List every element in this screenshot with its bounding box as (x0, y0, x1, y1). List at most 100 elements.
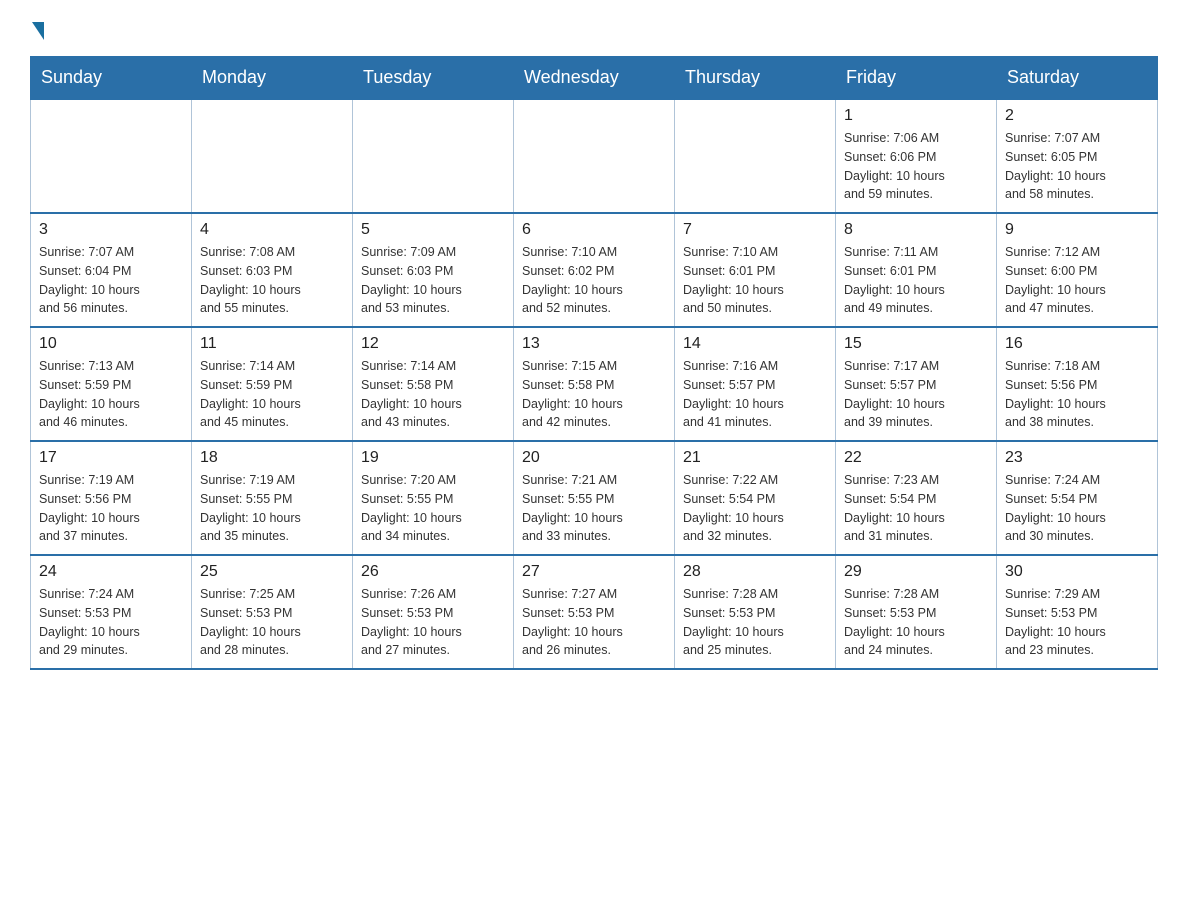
day-number: 12 (361, 335, 505, 353)
col-header-saturday: Saturday (997, 57, 1158, 100)
calendar-cell: 20 Sunrise: 7:21 AM Sunset: 5:55 PM Dayli… (514, 441, 675, 555)
day-info: Sunrise: 7:10 AM Sunset: 6:02 PM Dayligh… (522, 243, 666, 318)
calendar-cell: 15 Sunrise: 7:17 AM Sunset: 5:57 PM Dayli… (836, 327, 997, 441)
day-number: 9 (1005, 221, 1149, 239)
day-info: Sunrise: 7:14 AM Sunset: 5:58 PM Dayligh… (361, 357, 505, 432)
calendar-cell: 10Sunrise: 7:13 AM Sunset: 5:59 PM Dayli… (31, 327, 192, 441)
day-number: 2 (1005, 107, 1149, 125)
calendar-cell: 28Sunrise: 7:28 AM Sunset: 5:53 PM Dayli… (675, 555, 836, 669)
day-number: 27 (522, 563, 666, 581)
day-number: 13 (522, 335, 666, 353)
day-number: 17 (39, 449, 183, 467)
day-number: 15 (844, 335, 988, 353)
calendar-cell (675, 99, 836, 213)
col-header-friday: Friday (836, 57, 997, 100)
calendar-cell: 2 Sunrise: 7:07 AM Sunset: 6:05 PM Daylig… (997, 99, 1158, 213)
calendar-cell: 11 Sunrise: 7:14 AM Sunset: 5:59 PM Dayli… (192, 327, 353, 441)
day-info: Sunrise: 7:19 AM Sunset: 5:55 PM Dayligh… (200, 471, 344, 546)
day-info: Sunrise: 7:16 AM Sunset: 5:57 PM Dayligh… (683, 357, 827, 432)
day-info: Sunrise: 7:28 AM Sunset: 5:53 PM Dayligh… (844, 585, 988, 660)
col-header-tuesday: Tuesday (353, 57, 514, 100)
calendar-cell: 14 Sunrise: 7:16 AM Sunset: 5:57 PM Dayli… (675, 327, 836, 441)
day-number: 14 (683, 335, 827, 353)
calendar-cell: 12 Sunrise: 7:14 AM Sunset: 5:58 PM Dayli… (353, 327, 514, 441)
calendar-header-row: SundayMondayTuesdayWednesdayThursdayFrid… (31, 57, 1158, 100)
calendar-cell: 24Sunrise: 7:24 AM Sunset: 5:53 PM Dayli… (31, 555, 192, 669)
col-header-thursday: Thursday (675, 57, 836, 100)
calendar-cell (514, 99, 675, 213)
day-info: Sunrise: 7:23 AM Sunset: 5:54 PM Dayligh… (844, 471, 988, 546)
day-info: Sunrise: 7:20 AM Sunset: 5:55 PM Dayligh… (361, 471, 505, 546)
day-info: Sunrise: 7:14 AM Sunset: 5:59 PM Dayligh… (200, 357, 344, 432)
day-info: Sunrise: 7:22 AM Sunset: 5:54 PM Dayligh… (683, 471, 827, 546)
day-number: 3 (39, 221, 183, 239)
day-number: 11 (200, 335, 344, 353)
col-header-wednesday: Wednesday (514, 57, 675, 100)
day-info: Sunrise: 7:07 AM Sunset: 6:05 PM Dayligh… (1005, 129, 1149, 204)
calendar-cell (31, 99, 192, 213)
calendar-cell: 29 Sunrise: 7:28 AM Sunset: 5:53 PM Dayli… (836, 555, 997, 669)
day-info: Sunrise: 7:07 AM Sunset: 6:04 PM Dayligh… (39, 243, 183, 318)
day-info: Sunrise: 7:21 AM Sunset: 5:55 PM Dayligh… (522, 471, 666, 546)
calendar-cell: 18 Sunrise: 7:19 AM Sunset: 5:55 PM Dayli… (192, 441, 353, 555)
calendar-cell: 22 Sunrise: 7:23 AM Sunset: 5:54 PM Dayli… (836, 441, 997, 555)
calendar-cell (353, 99, 514, 213)
calendar-table: SundayMondayTuesdayWednesdayThursdayFrid… (30, 56, 1158, 670)
day-info: Sunrise: 7:17 AM Sunset: 5:57 PM Dayligh… (844, 357, 988, 432)
day-info: Sunrise: 7:24 AM Sunset: 5:54 PM Dayligh… (1005, 471, 1149, 546)
calendar-cell (192, 99, 353, 213)
day-info: Sunrise: 7:28 AM Sunset: 5:53 PM Dayligh… (683, 585, 827, 660)
day-number: 29 (844, 563, 988, 581)
calendar-cell: 5 Sunrise: 7:09 AM Sunset: 6:03 PM Daylig… (353, 213, 514, 327)
calendar-cell: 17 Sunrise: 7:19 AM Sunset: 5:56 PM Dayli… (31, 441, 192, 555)
day-number: 26 (361, 563, 505, 581)
day-number: 22 (844, 449, 988, 467)
week-row-4: 17 Sunrise: 7:19 AM Sunset: 5:56 PM Dayli… (31, 441, 1158, 555)
day-info: Sunrise: 7:06 AM Sunset: 6:06 PM Dayligh… (844, 129, 988, 204)
calendar-cell: 8Sunrise: 7:11 AM Sunset: 6:01 PM Daylig… (836, 213, 997, 327)
calendar-cell: 21 Sunrise: 7:22 AM Sunset: 5:54 PM Dayli… (675, 441, 836, 555)
week-row-2: 3 Sunrise: 7:07 AM Sunset: 6:04 PM Daylig… (31, 213, 1158, 327)
day-info: Sunrise: 7:08 AM Sunset: 6:03 PM Dayligh… (200, 243, 344, 318)
calendar-cell: 26Sunrise: 7:26 AM Sunset: 5:53 PM Dayli… (353, 555, 514, 669)
calendar-cell: 9 Sunrise: 7:12 AM Sunset: 6:00 PM Daylig… (997, 213, 1158, 327)
calendar-cell: 27 Sunrise: 7:27 AM Sunset: 5:53 PM Dayli… (514, 555, 675, 669)
day-number: 23 (1005, 449, 1149, 467)
day-info: Sunrise: 7:27 AM Sunset: 5:53 PM Dayligh… (522, 585, 666, 660)
day-number: 21 (683, 449, 827, 467)
calendar-cell: 19 Sunrise: 7:20 AM Sunset: 5:55 PM Dayli… (353, 441, 514, 555)
calendar-cell: 3 Sunrise: 7:07 AM Sunset: 6:04 PM Daylig… (31, 213, 192, 327)
day-info: Sunrise: 7:10 AM Sunset: 6:01 PM Dayligh… (683, 243, 827, 318)
calendar-cell: 13 Sunrise: 7:15 AM Sunset: 5:58 PM Dayli… (514, 327, 675, 441)
day-info: Sunrise: 7:12 AM Sunset: 6:00 PM Dayligh… (1005, 243, 1149, 318)
day-number: 8 (844, 221, 988, 239)
day-number: 5 (361, 221, 505, 239)
day-info: Sunrise: 7:13 AM Sunset: 5:59 PM Dayligh… (39, 357, 183, 432)
col-header-sunday: Sunday (31, 57, 192, 100)
day-number: 20 (522, 449, 666, 467)
day-info: Sunrise: 7:19 AM Sunset: 5:56 PM Dayligh… (39, 471, 183, 546)
calendar-cell: 1 Sunrise: 7:06 AM Sunset: 6:06 PM Daylig… (836, 99, 997, 213)
week-row-5: 24Sunrise: 7:24 AM Sunset: 5:53 PM Dayli… (31, 555, 1158, 669)
day-number: 4 (200, 221, 344, 239)
day-info: Sunrise: 7:29 AM Sunset: 5:53 PM Dayligh… (1005, 585, 1149, 660)
day-number: 24 (39, 563, 183, 581)
day-info: Sunrise: 7:25 AM Sunset: 5:53 PM Dayligh… (200, 585, 344, 660)
calendar-cell: 23 Sunrise: 7:24 AM Sunset: 5:54 PM Dayli… (997, 441, 1158, 555)
day-info: Sunrise: 7:15 AM Sunset: 5:58 PM Dayligh… (522, 357, 666, 432)
day-number: 7 (683, 221, 827, 239)
day-number: 25 (200, 563, 344, 581)
calendar-cell: 16 Sunrise: 7:18 AM Sunset: 5:56 PM Dayli… (997, 327, 1158, 441)
day-info: Sunrise: 7:09 AM Sunset: 6:03 PM Dayligh… (361, 243, 505, 318)
calendar-cell: 4 Sunrise: 7:08 AM Sunset: 6:03 PM Daylig… (192, 213, 353, 327)
col-header-monday: Monday (192, 57, 353, 100)
day-number: 30 (1005, 563, 1149, 581)
day-info: Sunrise: 7:18 AM Sunset: 5:56 PM Dayligh… (1005, 357, 1149, 432)
logo-arrow-icon (32, 22, 44, 40)
calendar-cell: 25 Sunrise: 7:25 AM Sunset: 5:53 PM Dayli… (192, 555, 353, 669)
calendar-cell: 6Sunrise: 7:10 AM Sunset: 6:02 PM Daylig… (514, 213, 675, 327)
day-number: 1 (844, 107, 988, 125)
day-number: 19 (361, 449, 505, 467)
day-number: 18 (200, 449, 344, 467)
day-number: 16 (1005, 335, 1149, 353)
